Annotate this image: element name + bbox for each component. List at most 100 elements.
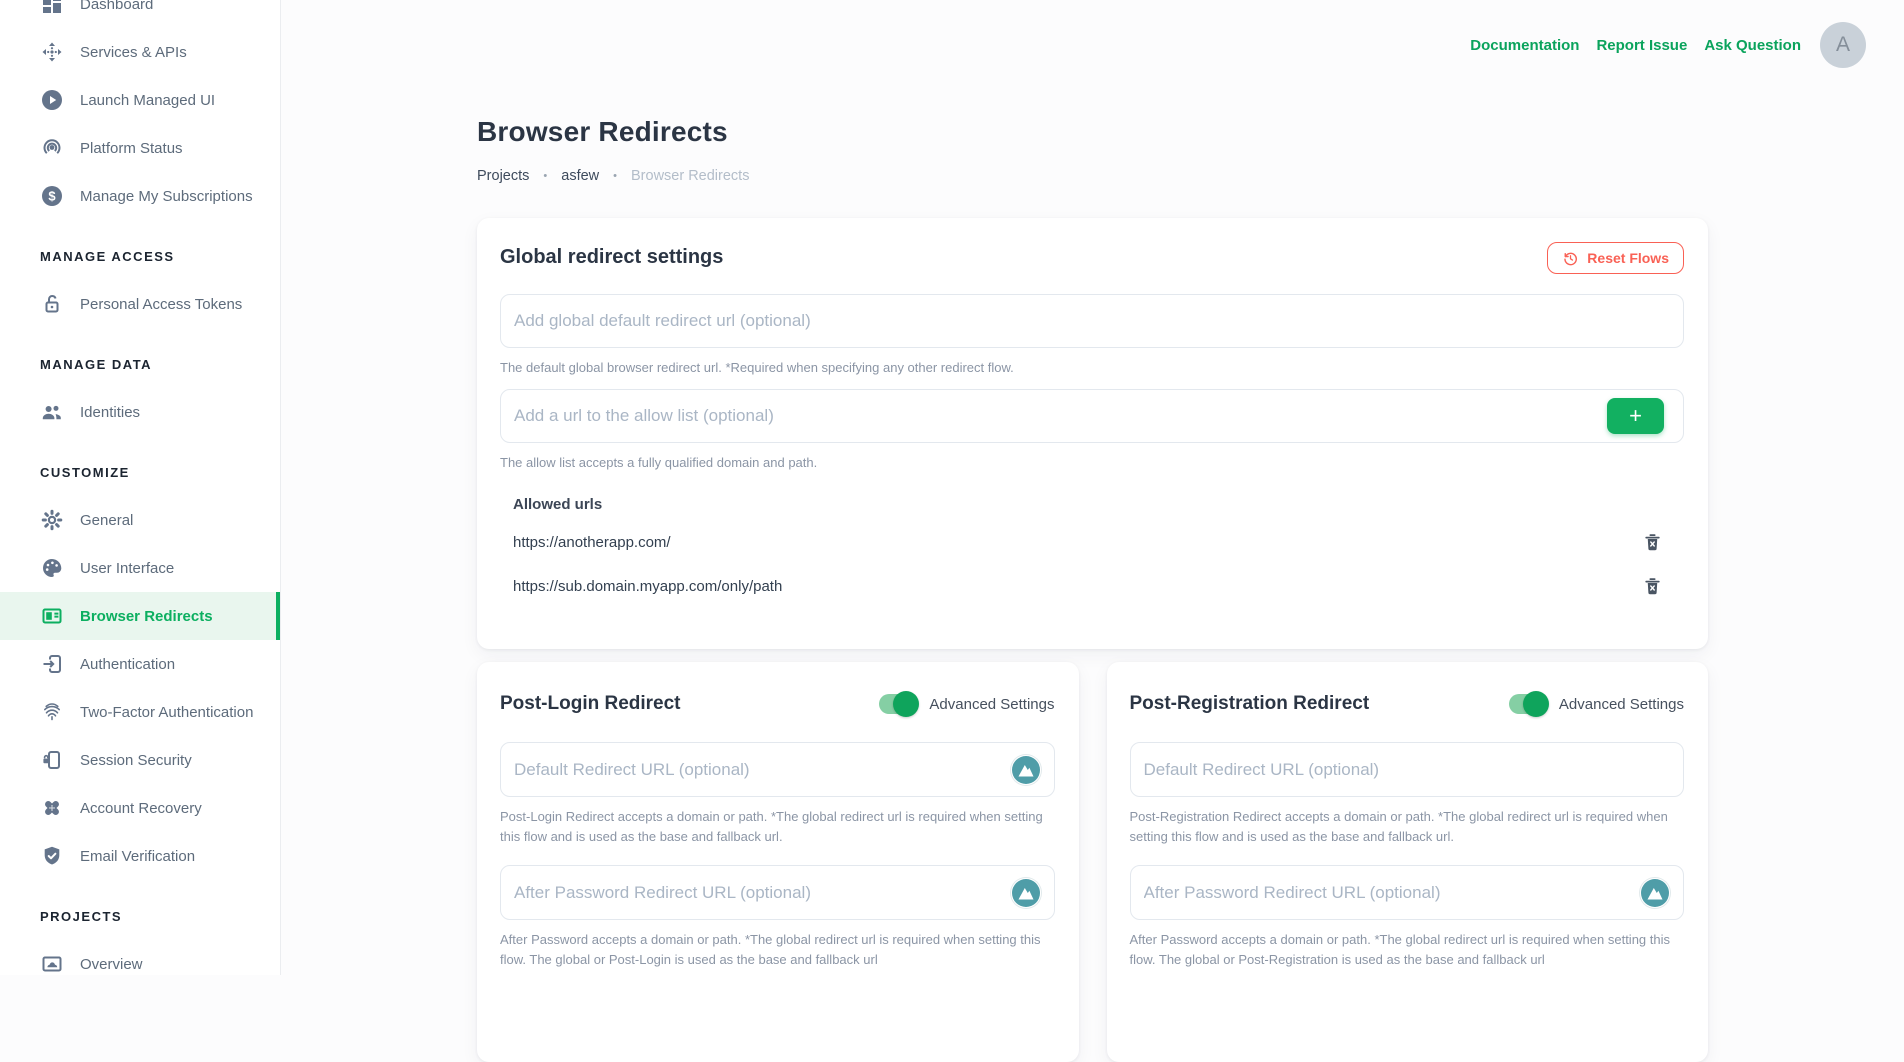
breadcrumb-current: Browser Redirects xyxy=(631,168,749,184)
advanced-settings-label: Advanced Settings xyxy=(1559,696,1684,713)
sidebar-item-label: Authentication xyxy=(80,656,175,673)
sidebar-item-authentication[interactable]: Authentication xyxy=(0,640,280,688)
breadcrumb-project-name[interactable]: asfew xyxy=(561,168,599,184)
post-registration-after-password-input[interactable] xyxy=(1130,865,1685,920)
trash-icon xyxy=(1642,532,1663,553)
sidebar-item-browser-redirects[interactable]: Browser Redirects xyxy=(0,592,280,640)
sidebar-item-general[interactable]: General xyxy=(0,496,280,544)
breadcrumb-separator: • xyxy=(613,170,617,182)
sidebar-nav: Dashboard Services & APIs Launch Managed… xyxy=(0,0,280,975)
sidebar: Dashboard Services & APIs Launch Managed… xyxy=(0,0,281,975)
post-login-default-helper: Post-Login Redirect accepts a domain or … xyxy=(500,807,1055,847)
sidebar-item-platform-status[interactable]: Platform Status xyxy=(0,124,280,172)
history-icon xyxy=(1562,250,1579,267)
sidebar-item-label: Overview xyxy=(80,956,143,973)
sidebar-item-label: Browser Redirects xyxy=(80,608,213,625)
fingerprint-icon xyxy=(40,700,64,724)
allowed-urls-title: Allowed urls xyxy=(513,496,1684,513)
report-issue-link[interactable]: Report Issue xyxy=(1596,37,1687,54)
global-default-url-input[interactable] xyxy=(500,294,1684,348)
post-login-advanced-settings-toggle[interactable] xyxy=(879,694,917,714)
sidebar-item-label: Launch Managed UI xyxy=(80,92,215,109)
post-login-card-title: Post-Login Redirect xyxy=(500,692,681,716)
post-registration-default-url-field xyxy=(1130,742,1685,797)
mountain-circle-icon[interactable] xyxy=(1011,755,1041,785)
sidebar-section-manage-data: MANAGE DATA xyxy=(0,340,280,388)
sidebar-item-personal-access-tokens[interactable]: Personal Access Tokens xyxy=(0,280,280,328)
post-registration-card-title: Post-Registration Redirect xyxy=(1130,692,1370,716)
allowed-urls-section: Allowed urls https://anotherapp.com/ htt… xyxy=(500,496,1684,601)
sidebar-item-services-apis[interactable]: Services & APIs xyxy=(0,28,280,76)
login-icon xyxy=(40,652,64,676)
play-circle-icon xyxy=(40,88,64,112)
post-registration-advanced-settings-toggle[interactable] xyxy=(1509,694,1547,714)
allow-list-helper: The allow list accepts a fully qualified… xyxy=(500,455,1684,470)
post-registration-after-password-field xyxy=(1130,865,1685,920)
sidebar-item-account-recovery[interactable]: Account Recovery xyxy=(0,784,280,832)
allowed-url-value: https://sub.domain.myapp.com/only/path xyxy=(513,578,782,595)
reset-flows-button[interactable]: Reset Flows xyxy=(1547,242,1684,274)
allow-list-field: + xyxy=(500,389,1684,443)
mountain-circle-icon[interactable] xyxy=(1640,878,1670,908)
add-allow-url-button[interactable]: + xyxy=(1607,398,1664,434)
sidebar-item-overview[interactable]: Overview xyxy=(0,940,280,975)
post-login-after-password-input[interactable] xyxy=(500,865,1055,920)
reset-flows-label: Reset Flows xyxy=(1587,250,1669,266)
sidebar-item-label: Identities xyxy=(80,404,140,421)
sidebar-item-label: Account Recovery xyxy=(80,800,202,817)
dollar-circle-icon: $ xyxy=(40,184,64,208)
avatar-initial: A xyxy=(1836,33,1850,57)
sidebar-item-label: Dashboard xyxy=(80,0,153,13)
sidebar-item-dashboard[interactable]: Dashboard xyxy=(0,0,280,28)
people-icon xyxy=(40,400,64,424)
gear-icon xyxy=(40,508,64,532)
post-login-after-password-field xyxy=(500,865,1055,920)
services-icon xyxy=(40,40,64,64)
sidebar-item-user-interface[interactable]: User Interface xyxy=(0,544,280,592)
post-registration-default-url-input[interactable] xyxy=(1130,742,1685,797)
breadcrumb-projects[interactable]: Projects xyxy=(477,168,529,184)
breadcrumb-separator: • xyxy=(543,170,547,182)
sidebar-item-session-security[interactable]: Session Security xyxy=(0,736,280,784)
sidebar-item-label: Two-Factor Authentication xyxy=(80,704,253,721)
sidebar-item-email-verification[interactable]: Email Verification xyxy=(0,832,280,880)
sidebar-item-two-factor-authentication[interactable]: Two-Factor Authentication xyxy=(0,688,280,736)
sidebar-item-label: User Interface xyxy=(80,560,174,577)
allow-list-input[interactable] xyxy=(500,389,1684,443)
sidebar-item-launch-managed-ui[interactable]: Launch Managed UI xyxy=(0,76,280,124)
sidebar-section-customize: CUSTOMIZE xyxy=(0,448,280,496)
delete-url-button[interactable] xyxy=(1642,532,1663,553)
documentation-link[interactable]: Documentation xyxy=(1470,37,1579,54)
flow-cards-row: Post-Login Redirect Advanced Settings Po… xyxy=(477,662,1708,1062)
lock-open-icon xyxy=(40,292,64,316)
browser-window-icon xyxy=(40,604,64,628)
post-login-after-password-helper: After Password accepts a domain or path.… xyxy=(500,930,1055,970)
device-lock-icon xyxy=(40,748,64,772)
post-login-default-url-field xyxy=(500,742,1055,797)
advanced-settings-label: Advanced Settings xyxy=(929,696,1054,713)
post-login-redirect-card: Post-Login Redirect Advanced Settings Po… xyxy=(477,662,1079,1062)
sidebar-section-projects: PROJECTS xyxy=(0,892,280,940)
plus-icon: + xyxy=(1629,405,1642,427)
trash-icon xyxy=(1642,576,1663,597)
sidebar-item-identities[interactable]: Identities xyxy=(0,388,280,436)
broadcast-icon xyxy=(40,136,64,160)
dashboard-icon xyxy=(40,0,64,16)
ask-question-link[interactable]: Ask Question xyxy=(1704,37,1801,54)
sidebar-item-manage-my-subscriptions[interactable]: $ Manage My Subscriptions xyxy=(0,172,280,220)
delete-url-button[interactable] xyxy=(1642,576,1663,597)
post-registration-default-helper: Post-Registration Redirect accepts a dom… xyxy=(1130,807,1685,847)
bandage-icon xyxy=(40,796,64,820)
post-login-default-url-input[interactable] xyxy=(500,742,1055,797)
main-area: Documentation Report Issue Ask Question … xyxy=(281,0,1904,975)
post-registration-after-password-helper: After Password accepts a domain or path.… xyxy=(1130,930,1685,970)
sidebar-item-label: Platform Status xyxy=(80,140,183,157)
content: Browser Redirects Projects • asfew • Bro… xyxy=(477,0,1708,1062)
avatar[interactable]: A xyxy=(1820,22,1866,68)
shield-check-icon xyxy=(40,844,64,868)
allowed-url-value: https://anotherapp.com/ xyxy=(513,534,671,551)
sidebar-item-label: Manage My Subscriptions xyxy=(80,188,253,205)
toggle-knob xyxy=(1523,691,1549,717)
breadcrumb: Projects • asfew • Browser Redirects xyxy=(477,168,1708,184)
mountain-circle-icon[interactable] xyxy=(1011,878,1041,908)
